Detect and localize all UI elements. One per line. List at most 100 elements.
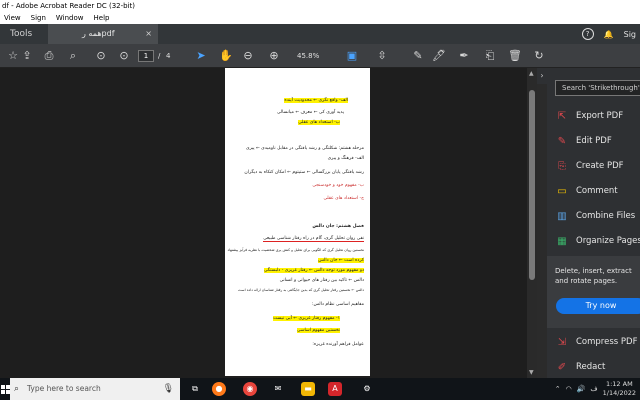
- taskbar-search-placeholder: Type here to search: [27, 384, 101, 393]
- export-pdf-icon: ⇱: [557, 110, 567, 122]
- tools-pane: Search 'Strikethrough' ⇱ Export PDF ✎ Ed…: [547, 68, 640, 378]
- doc-line: دالس ← نخستین رفتار تحلیل گری که بدین جا…: [238, 288, 364, 292]
- doc-line: نخستین روان تحلیل گری که الگویی برای تحل…: [227, 248, 364, 252]
- tool-export-pdf[interactable]: ⇱ Export PDF: [555, 107, 623, 125]
- tool-create-pdf[interactable]: ⎘ Create PDF: [555, 157, 624, 175]
- tool-combine-files[interactable]: ▥ Combine Files: [555, 207, 635, 225]
- pdf-page[interactable]: الف- واقع نگری ← محدودیت آینده پدید آوری…: [225, 68, 370, 376]
- doc-line: ب- استعداد های عقلی: [298, 120, 340, 125]
- taskbar-clock[interactable]: 1:12 AM 1/14/2022: [603, 380, 636, 398]
- tool-label: Organize Pages: [576, 236, 640, 246]
- doc-line: کرده است ← جان دالس: [318, 258, 364, 263]
- tab-bar: Tools همه رpdf × ? 🔔 Sig: [0, 24, 640, 44]
- search-icon[interactable]: ⌕: [66, 49, 80, 63]
- rotate-icon[interactable]: ↻: [532, 49, 546, 63]
- doc-line: نفی روان تحلیل گری، گام در راه رفتار شنا…: [263, 236, 364, 242]
- clock-time: 1:12 AM: [605, 380, 633, 388]
- hand-tool-icon[interactable]: ✋: [219, 49, 233, 63]
- window-title: df - Adobe Acrobat Reader DC (32-bit): [0, 0, 640, 12]
- acrobat-reader-icon[interactable]: A: [328, 382, 342, 396]
- tool-compress-pdf[interactable]: ⇲ Compress PDF: [555, 333, 638, 351]
- mail-icon[interactable]: ✉: [271, 382, 285, 396]
- taskbar-search-input[interactable]: ⌕ Type here to search 🎙: [10, 378, 180, 400]
- tool-edit-pdf[interactable]: ✎ Edit PDF: [555, 132, 612, 150]
- organize-pages-icon: ▦: [557, 235, 567, 247]
- tool-comment[interactable]: ▭ Comment: [555, 182, 617, 200]
- sign-in-link[interactable]: Sig: [624, 30, 636, 39]
- tool-label: Redact: [576, 362, 606, 372]
- fit-page-icon[interactable]: ▣: [345, 49, 359, 63]
- tool-label: Combine Files: [576, 211, 636, 221]
- network-icon[interactable]: ◠: [566, 385, 572, 393]
- doc-line: ۱- مفهوم رفتار غریزی ← آیی نیست: [273, 316, 340, 321]
- delete-icon[interactable]: 🗑: [508, 49, 522, 63]
- microphone-icon[interactable]: 🎙: [163, 378, 174, 400]
- language-icon[interactable]: ف: [590, 385, 597, 393]
- firefox-icon[interactable]: ●: [212, 382, 226, 396]
- help-icon[interactable]: ?: [581, 28, 594, 40]
- prev-page-icon[interactable]: ⊙: [94, 49, 108, 63]
- scroll-mode-icon[interactable]: ⇳: [375, 49, 389, 63]
- tool-label: Create PDF: [576, 161, 624, 171]
- tab-tools[interactable]: Tools: [0, 24, 48, 44]
- page-separator: /: [158, 52, 161, 60]
- zoom-out-icon[interactable]: ⊖: [241, 49, 255, 63]
- star-icon[interactable]: ☆: [6, 49, 20, 63]
- comment-icon: ▭: [557, 185, 567, 197]
- doc-line: مرحله هشتم: شکلتگی و رشد یافتگی در مقابل…: [245, 146, 364, 151]
- comment-icon[interactable]: ✎: [411, 49, 425, 63]
- scroll-up-icon[interactable]: ▲: [529, 70, 534, 77]
- compress-pdf-icon: ⇲: [557, 336, 567, 348]
- menu-bar: View Sign Window Help: [0, 12, 640, 24]
- try-now-button[interactable]: Try now: [556, 298, 640, 314]
- tab-right-controls: ? 🔔 Sig: [581, 28, 640, 40]
- menu-window[interactable]: Window: [56, 12, 84, 24]
- select-cursor-icon[interactable]: ➤: [194, 49, 208, 63]
- edit-pdf-icon: ✎: [557, 135, 567, 147]
- windows-taskbar: ⌕ Type here to search 🎙 ⧉ ● ◉ ✉ ▬ A ⚙ ⌃ …: [0, 378, 640, 400]
- tool-redact[interactable]: ✐ Redact: [555, 358, 606, 376]
- zoom-in-icon[interactable]: ⊕: [267, 49, 281, 63]
- doc-line: الف- فرهنگ و پیری: [327, 156, 364, 161]
- collapse-pane-icon[interactable]: ›: [537, 68, 547, 84]
- settings-icon[interactable]: ⚙: [360, 382, 374, 396]
- highlight-icon[interactable]: 🖊: [432, 49, 446, 63]
- document-viewer[interactable]: الف- واقع نگری ← محدودیت آینده پدید آوری…: [0, 68, 527, 378]
- chevron-up-icon[interactable]: ⌃: [555, 385, 561, 393]
- vertical-scrollbar[interactable]: ▲ ▼: [527, 68, 537, 378]
- create-pdf-icon: ⎘: [558, 160, 566, 172]
- clock-date: 1/14/2022: [602, 389, 636, 397]
- next-page-icon[interactable]: ⊙: [117, 49, 131, 63]
- doc-line: فصل هشتم: جان دالس: [312, 224, 364, 229]
- file-explorer-icon[interactable]: ▬: [301, 382, 315, 396]
- tools-search-input[interactable]: Search 'Strikethrough': [555, 80, 640, 96]
- scroll-down-icon[interactable]: ▼: [529, 369, 534, 376]
- stamp-icon[interactable]: ⎗: [483, 49, 497, 63]
- print-icon[interactable]: ⎙: [42, 49, 56, 63]
- page-total: 4: [166, 52, 171, 60]
- menu-sign[interactable]: Sign: [31, 12, 46, 24]
- task-view-icon[interactable]: ⧉: [188, 382, 202, 396]
- zoom-level[interactable]: 45.8%: [297, 50, 319, 62]
- doc-line: ج- استعداد های عقلی: [323, 196, 364, 201]
- doc-line: مفاهیم اساسی نظام دالس:: [312, 302, 364, 307]
- page-number-input[interactable]: 1: [138, 50, 154, 62]
- main-toolbar: ☆ ⇪ ⎙ ⌕ ⊙ ⊙ 1 / 4 ➤ ✋ ⊖ ⊕ 45.8% ▣ ⇳ ✎ 🖊 …: [0, 44, 640, 68]
- volume-icon[interactable]: 🔊: [577, 385, 586, 393]
- windows-start-icon[interactable]: [0, 378, 10, 400]
- close-icon[interactable]: ×: [145, 24, 152, 44]
- bell-icon[interactable]: 🔔: [604, 30, 614, 39]
- upload-icon[interactable]: ⇪: [20, 49, 34, 63]
- scrollbar-thumb[interactable]: [529, 90, 535, 280]
- tab-document[interactable]: همه رpdf ×: [48, 24, 158, 44]
- tab-document-label: همه رpdf: [82, 29, 115, 38]
- chrome-icon[interactable]: ◉: [243, 382, 257, 396]
- tool-organize-pages[interactable]: ▦ Organize Pages: [555, 232, 640, 250]
- menu-help[interactable]: Help: [94, 12, 110, 24]
- doc-line: دو مفهوم مورد توجه دالس ← رفتار غریزی - …: [263, 268, 364, 273]
- doc-line: دالس ← تاکید بین رفتار های حیوانی و انسا…: [279, 278, 364, 283]
- menu-view[interactable]: View: [4, 12, 21, 24]
- sign-icon[interactable]: ✒: [457, 49, 471, 63]
- doc-line: رشد یافتگی پایان بزرگسالی ← ستیتوم ← امک…: [244, 170, 364, 175]
- doc-line: نخستین مفهوم اساسی: [297, 328, 340, 333]
